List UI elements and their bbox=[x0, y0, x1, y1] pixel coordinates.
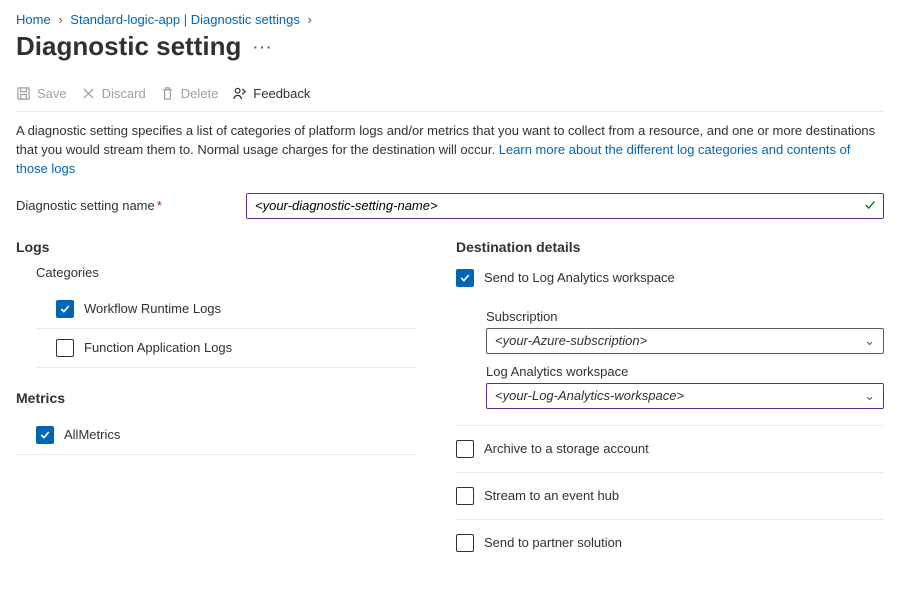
dest-eventhub-row: Stream to an event hub bbox=[456, 473, 884, 520]
workspace-label: Log Analytics workspace bbox=[486, 364, 884, 379]
destination-header: Destination details bbox=[456, 239, 884, 255]
subscription-label: Subscription bbox=[486, 309, 884, 324]
destination-column: Destination details Send to Log Analytic… bbox=[456, 235, 884, 566]
archive-checkbox[interactable] bbox=[456, 440, 474, 458]
allmetrics-checkbox[interactable] bbox=[36, 426, 54, 444]
delete-label: Delete bbox=[181, 86, 219, 101]
delete-button[interactable]: Delete bbox=[160, 86, 219, 101]
log-category-row: Workflow Runtime Logs bbox=[36, 290, 416, 329]
dest-partner-row: Send to partner solution bbox=[456, 520, 884, 566]
diagnostic-name-input[interactable] bbox=[247, 194, 883, 218]
toolbar: Save Discard Delete Feedback bbox=[16, 80, 884, 112]
feedback-icon bbox=[232, 86, 247, 101]
chevron-down-icon: ⌄ bbox=[864, 388, 875, 404]
save-icon bbox=[16, 86, 31, 101]
logs-metrics-column: Logs Categories Workflow Runtime Logs Fu… bbox=[16, 235, 416, 566]
log-analytics-checkbox[interactable] bbox=[456, 269, 474, 287]
name-field-row: Diagnostic setting name* bbox=[16, 193, 884, 219]
discard-label: Discard bbox=[102, 86, 146, 101]
feedback-label: Feedback bbox=[253, 86, 310, 101]
workflow-runtime-label: Workflow Runtime Logs bbox=[84, 301, 221, 316]
log-analytics-label: Send to Log Analytics workspace bbox=[484, 270, 675, 285]
log-category-row: Function Application Logs bbox=[36, 329, 416, 368]
workflow-runtime-checkbox[interactable] bbox=[56, 300, 74, 318]
more-icon[interactable]: ··· bbox=[253, 39, 273, 55]
logs-header: Logs bbox=[16, 239, 416, 255]
close-icon bbox=[81, 86, 96, 101]
breadcrumb-home[interactable]: Home bbox=[16, 12, 51, 27]
dest-archive-row: Archive to a storage account bbox=[456, 426, 884, 473]
archive-label: Archive to a storage account bbox=[484, 441, 649, 456]
chevron-right-icon: › bbox=[307, 12, 311, 27]
save-button[interactable]: Save bbox=[16, 86, 67, 101]
allmetrics-label: AllMetrics bbox=[64, 427, 120, 442]
eventhub-checkbox[interactable] bbox=[456, 487, 474, 505]
eventhub-label: Stream to an event hub bbox=[484, 488, 619, 503]
name-input-wrap bbox=[246, 193, 884, 219]
feedback-button[interactable]: Feedback bbox=[232, 86, 310, 101]
breadcrumb-app[interactable]: Standard-logic-app | Diagnostic settings bbox=[70, 12, 300, 27]
breadcrumb: Home › Standard-logic-app | Diagnostic s… bbox=[16, 12, 884, 27]
trash-icon bbox=[160, 86, 175, 101]
chevron-down-icon: ⌄ bbox=[864, 333, 875, 349]
workspace-select[interactable]: <your-Log-Analytics-workspace> ⌄ bbox=[486, 383, 884, 409]
discard-button[interactable]: Discard bbox=[81, 86, 146, 101]
function-app-label: Function Application Logs bbox=[84, 340, 232, 355]
checkmark-icon bbox=[863, 198, 877, 215]
save-label: Save bbox=[37, 86, 67, 101]
metrics-row: AllMetrics bbox=[16, 416, 416, 455]
page-title: Diagnostic setting ··· bbox=[16, 31, 884, 62]
metrics-header: Metrics bbox=[16, 390, 416, 406]
required-asterisk: * bbox=[157, 198, 162, 213]
workspace-value: <your-Log-Analytics-workspace> bbox=[495, 388, 684, 403]
name-field-label: Diagnostic setting name* bbox=[16, 198, 246, 213]
log-analytics-fields: Subscription <your-Azure-subscription> ⌄… bbox=[486, 309, 884, 409]
partner-checkbox[interactable] bbox=[456, 534, 474, 552]
partner-label: Send to partner solution bbox=[484, 535, 622, 550]
chevron-right-icon: › bbox=[58, 12, 62, 27]
description-text: A diagnostic setting specifies a list of… bbox=[16, 122, 884, 179]
dest-log-analytics-row: Send to Log Analytics workspace bbox=[456, 265, 884, 297]
page-title-text: Diagnostic setting bbox=[16, 31, 241, 62]
categories-label: Categories bbox=[36, 265, 416, 280]
subscription-value: <your-Azure-subscription> bbox=[495, 333, 647, 348]
function-app-checkbox[interactable] bbox=[56, 339, 74, 357]
subscription-select[interactable]: <your-Azure-subscription> ⌄ bbox=[486, 328, 884, 354]
